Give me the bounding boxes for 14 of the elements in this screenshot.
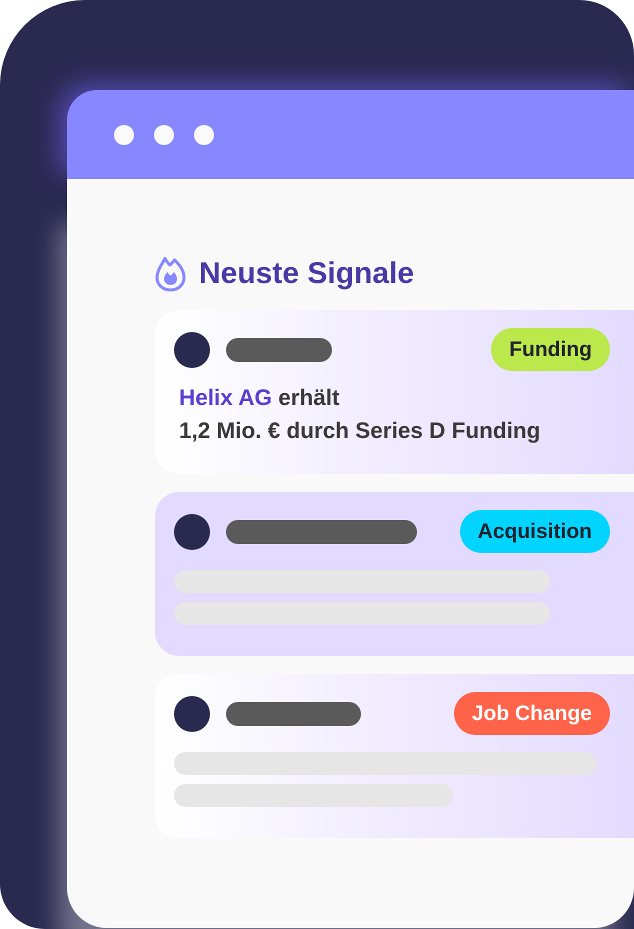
flame-icon — [155, 256, 186, 292]
window-dot-icon[interactable] — [194, 124, 214, 144]
tag-badge: Funding — [491, 328, 610, 371]
signal-card[interactable]: Funding Helix AG erhält 1,2 Mio. € durch Series D Funding — [155, 310, 634, 474]
section-title: Neuste Signale — [199, 257, 414, 291]
tag-badge: Job Change — [454, 692, 610, 735]
signal-card[interactable]: Acquisition — [155, 492, 634, 656]
avatar-icon — [174, 696, 210, 732]
tag-badge: Acquisition — [460, 510, 610, 553]
window-dot-icon[interactable] — [154, 124, 174, 144]
avatar-icon — [174, 332, 210, 368]
avatar-icon — [174, 514, 210, 550]
window-dot-icon[interactable] — [114, 124, 134, 144]
signal-message: Helix AG erhält 1,2 Mio. € durch Series D Funding — [179, 384, 542, 445]
